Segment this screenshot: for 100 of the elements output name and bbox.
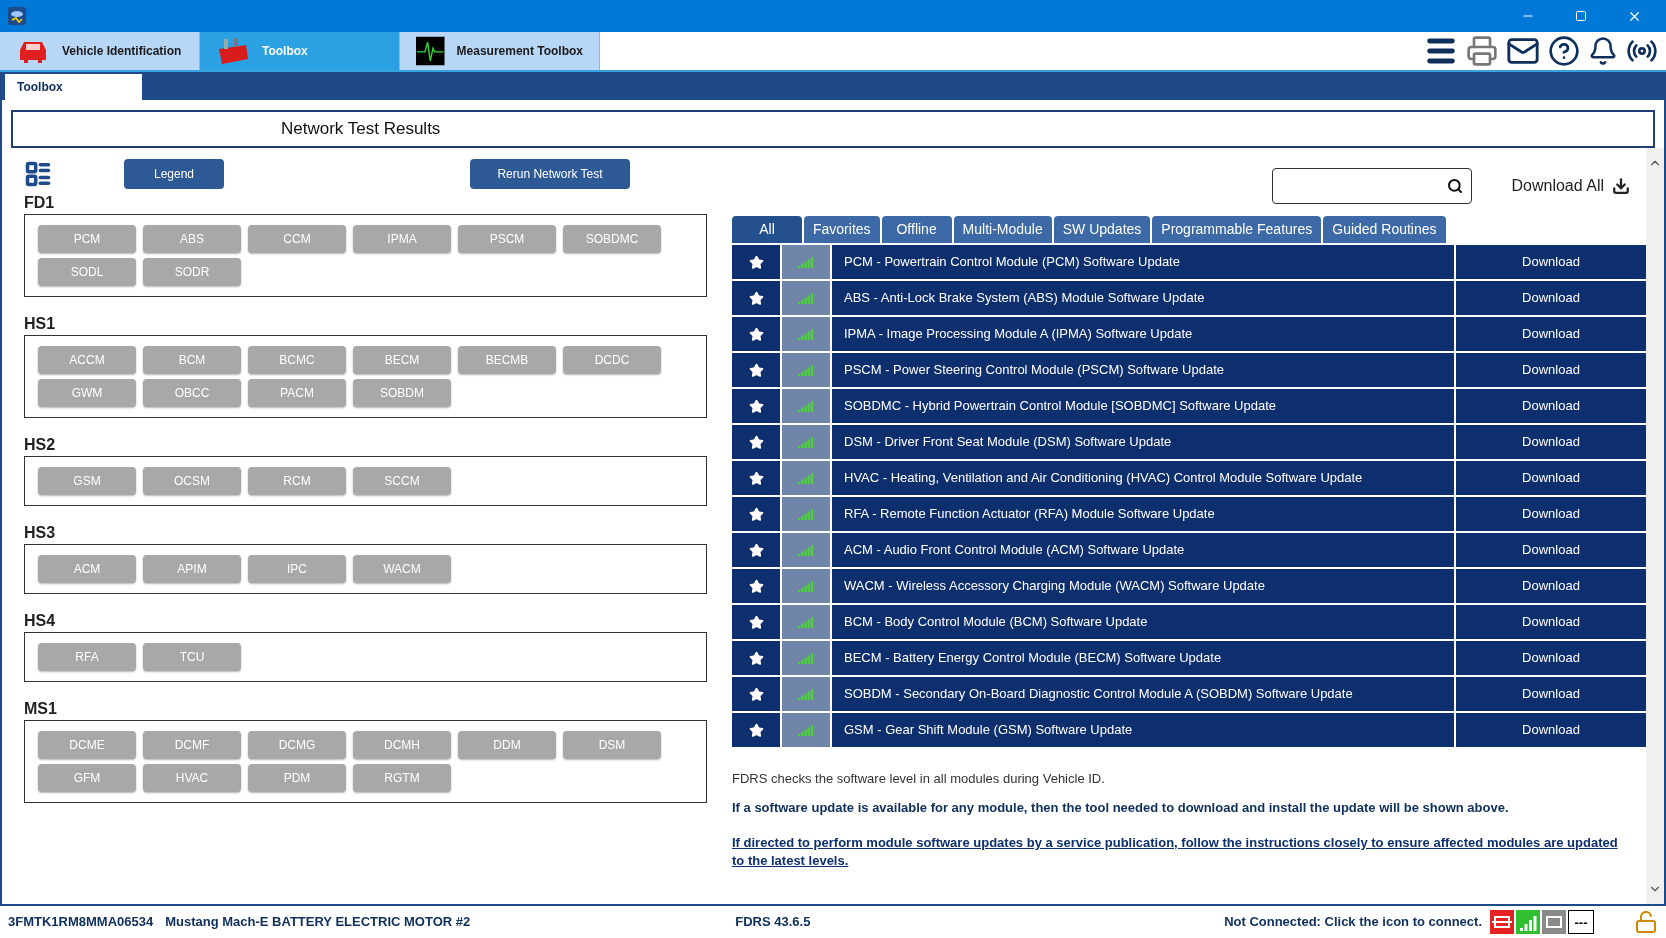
download-button[interactable]: Download	[1456, 533, 1646, 567]
module-button[interactable]: ACM	[38, 555, 136, 583]
module-button[interactable]: SODL	[38, 258, 136, 286]
filter-tab[interactable]: Multi-Module	[953, 216, 1052, 243]
module-button[interactable]: APIM	[143, 555, 241, 583]
signal-icon	[798, 400, 814, 412]
signal-icon	[798, 544, 814, 556]
favorite-star-button[interactable]	[732, 425, 780, 459]
download-button[interactable]: Download	[1456, 641, 1646, 675]
favorite-star-button[interactable]	[732, 641, 780, 675]
module-button[interactable]: PDM	[248, 764, 346, 792]
info-text-bold: If a software update is available for any module, then the tool needed to download and install the update will be shown above.	[732, 798, 1510, 817]
legend-button[interactable]: Legend	[124, 159, 224, 189]
module-button[interactable]: IPC	[248, 555, 346, 583]
download-button[interactable]: Download	[1456, 713, 1646, 747]
module-button[interactable]: GSM	[38, 467, 136, 495]
module-button[interactable]: CCM	[248, 225, 346, 253]
module-button[interactable]: HVAC	[143, 764, 241, 792]
module-button[interactable]: SOBDM	[353, 379, 451, 407]
favorite-star-button[interactable]	[732, 353, 780, 387]
favorite-star-button[interactable]	[732, 461, 780, 495]
module-button[interactable]: DCMH	[353, 731, 451, 759]
module-button[interactable]: OCSM	[143, 467, 241, 495]
module-button[interactable]: BECMB	[458, 346, 556, 374]
padlock-icon[interactable]	[1634, 910, 1658, 934]
favorite-star-button[interactable]	[732, 389, 780, 423]
download-button[interactable]: Download	[1456, 281, 1646, 315]
download-button[interactable]: Download	[1456, 353, 1646, 387]
module-button[interactable]: DDM	[458, 731, 556, 759]
module-button[interactable]: GWM	[38, 379, 136, 407]
module-button[interactable]: BCMC	[248, 346, 346, 374]
module-button[interactable]: PSCM	[458, 225, 556, 253]
favorite-star-button[interactable]	[732, 713, 780, 747]
module-button[interactable]: DCDC	[563, 346, 661, 374]
filter-tab[interactable]: SW Updates	[1053, 216, 1151, 243]
search-field[interactable]	[1271, 168, 1472, 204]
download-button[interactable]: Download	[1456, 497, 1646, 531]
scrollbar[interactable]	[1646, 148, 1664, 904]
sub-tab[interactable]: Toolbox	[5, 74, 142, 100]
filter-tab[interactable]: Programmable Features	[1152, 216, 1322, 243]
module-button[interactable]: OBCC	[143, 379, 241, 407]
module-button[interactable]: ABS	[143, 225, 241, 253]
instructions-link[interactable]: If directed to perform module software updates by a service publication, follow the instructions closely to ensure affected modules are updated to the latest levels.	[732, 834, 1626, 870]
bell-icon[interactable]	[1588, 36, 1618, 66]
favorite-star-button[interactable]	[732, 317, 780, 351]
update-title: DSM - Driver Front Seat Module (DSM) Software Update	[832, 425, 1454, 459]
download-button[interactable]: Download	[1456, 461, 1646, 495]
module-button[interactable]: DCMG	[248, 731, 346, 759]
filter-tab[interactable]: Guided Routines	[1323, 216, 1446, 243]
signal-icon	[798, 472, 814, 484]
favorite-star-button[interactable]	[732, 497, 780, 531]
help-icon[interactable]	[1548, 35, 1580, 67]
module-button[interactable]: RFA	[38, 643, 136, 671]
search-icon[interactable]	[1446, 178, 1463, 194]
favorite-star-button[interactable]	[732, 605, 780, 639]
module-button[interactable]: SODR	[143, 258, 241, 286]
star-icon	[748, 722, 764, 738]
download-all-button[interactable]: Download All	[1511, 174, 1630, 198]
connector-icon[interactable]	[1490, 910, 1514, 934]
favorite-star-button[interactable]	[732, 281, 780, 315]
printer-icon[interactable]	[1466, 35, 1498, 67]
module-button[interactable]: RCM	[248, 467, 346, 495]
module-button[interactable]: PCM	[38, 225, 136, 253]
module-button[interactable]: BCM	[143, 346, 241, 374]
rerun-network-test-button[interactable]: Rerun Network Test	[470, 159, 630, 189]
module-button[interactable]: DSM	[563, 731, 661, 759]
page-header: Network Test Results	[11, 110, 1655, 148]
download-button[interactable]: Download	[1456, 569, 1646, 603]
module-button[interactable]: SCCM	[353, 467, 451, 495]
favorite-star-button[interactable]	[732, 533, 780, 567]
module-button[interactable]: WACM	[353, 555, 451, 583]
download-button[interactable]: Download	[1456, 425, 1646, 459]
module-button[interactable]: DCME	[38, 731, 136, 759]
app-tab[interactable]: Measurement Toolbox	[400, 32, 600, 70]
app-tab[interactable]: Vehicle Identification	[0, 32, 200, 70]
module-button[interactable]: BECM	[353, 346, 451, 374]
update-title: SOBDM - Secondary On-Board Diagnostic Control Module A (SOBDM) Software Update	[832, 677, 1454, 711]
module-button[interactable]: DCMF	[143, 731, 241, 759]
favorite-star-button[interactable]	[732, 569, 780, 603]
maximize-icon[interactable]	[1575, 10, 1587, 22]
download-button[interactable]: Download	[1456, 317, 1646, 351]
module-button[interactable]: GFM	[38, 764, 136, 792]
module-button[interactable]: PACM	[248, 379, 346, 407]
module-button[interactable]: RGTM	[353, 764, 451, 792]
download-button[interactable]: Download	[1456, 677, 1646, 711]
module-button[interactable]: TCU	[143, 643, 241, 671]
favorite-star-button[interactable]	[732, 245, 780, 279]
filter-tab[interactable]: All	[732, 216, 802, 243]
list-view-icon[interactable]	[24, 160, 52, 188]
favorite-star-button[interactable]	[732, 677, 780, 711]
module-button[interactable]: SOBDMC	[563, 225, 661, 253]
filter-tab[interactable]: Offline	[881, 216, 952, 243]
download-button[interactable]: Download	[1456, 245, 1646, 279]
module-button[interactable]: IPMA	[353, 225, 451, 253]
filter-tab[interactable]: Favorites	[804, 216, 880, 243]
connector-icon[interactable]	[1542, 910, 1566, 934]
download-button[interactable]: Download	[1456, 605, 1646, 639]
download-button[interactable]: Download	[1456, 389, 1646, 423]
module-button[interactable]: ACCM	[38, 346, 136, 374]
app-tab[interactable]: Toolbox	[200, 32, 400, 70]
